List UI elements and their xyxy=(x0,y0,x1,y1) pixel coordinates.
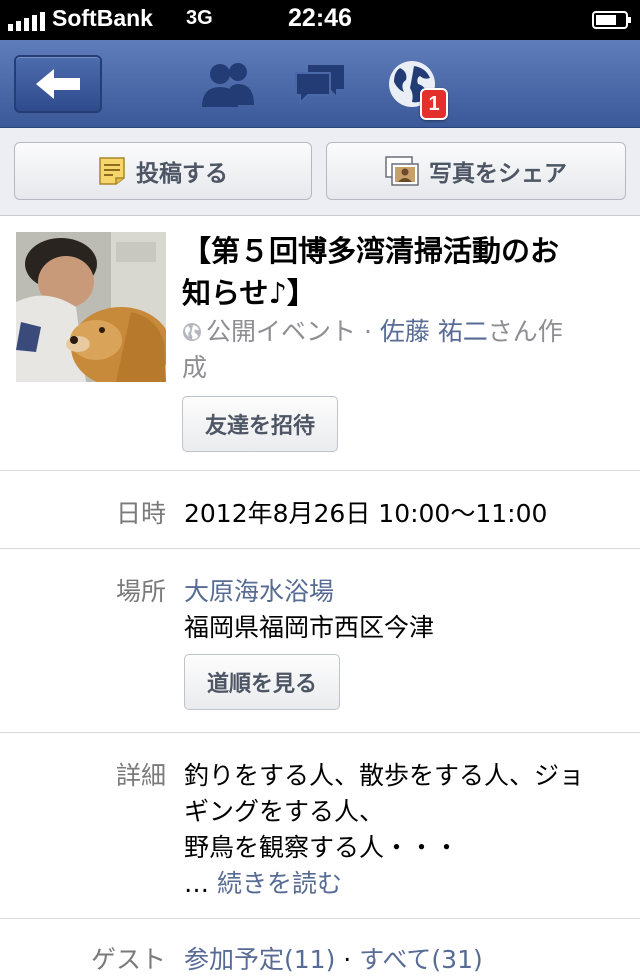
details-line: ギングをする人、 xyxy=(184,797,385,826)
event-host-link[interactable]: 佐藤 祐二 xyxy=(380,317,488,346)
messages-button[interactable] xyxy=(290,58,350,110)
friend-requests-button[interactable] xyxy=(198,58,258,110)
divider xyxy=(0,918,640,919)
divider xyxy=(0,548,640,549)
divider xyxy=(0,732,640,733)
note-icon xyxy=(99,157,125,185)
ellipsis: … xyxy=(184,869,217,898)
friends-icon xyxy=(202,63,254,107)
event-host-suffix: さん作 xyxy=(487,317,563,346)
nav-bar: 1 xyxy=(0,40,640,128)
host-photo-image xyxy=(16,232,166,382)
place-label: 場所 xyxy=(115,577,166,606)
read-more-row: … 続きを読む xyxy=(184,864,342,900)
clock: 22:46 xyxy=(288,4,352,32)
date-label: 日時 xyxy=(115,499,166,528)
back-arrow-icon xyxy=(36,69,80,99)
messages-icon xyxy=(295,65,344,106)
event-visibility: 公開イベント · xyxy=(206,317,380,346)
place-name-link[interactable]: 大原海水浴場 xyxy=(184,572,334,608)
guests-row: 参加予定(11) · すべて(31) xyxy=(184,940,483,976)
event-title: 【第５回博多湾清掃活動のお 知らせ♪】 xyxy=(182,230,622,314)
divider xyxy=(0,470,640,471)
event-host-suffix-cont: 成 xyxy=(182,353,208,382)
event-title-line: 【第５回博多湾清掃活動のお xyxy=(182,234,560,268)
public-globe-icon xyxy=(183,323,201,341)
details-line: 野鳥を観察する人・・・ xyxy=(184,833,460,862)
action-bar: 投稿する 写真をシェア xyxy=(0,128,640,216)
share-photo-button[interactable]: 写真をシェア xyxy=(326,142,626,200)
back-button[interactable] xyxy=(14,55,102,113)
details-line: 釣りをする人、散歩をする人、ジョ xyxy=(184,761,585,790)
directions-button[interactable]: 道順を見る xyxy=(184,654,340,710)
post-button[interactable]: 投稿する xyxy=(14,142,312,200)
read-more-link[interactable]: 続きを読む xyxy=(217,869,342,898)
notification-badge: 1 xyxy=(420,88,448,120)
event-meta: 公開イベント · 佐藤 祐二さん作 成 xyxy=(182,314,622,386)
event-host-photo[interactable] xyxy=(16,232,166,382)
photo-icon xyxy=(385,156,419,186)
guests-label: ゲスト xyxy=(90,945,166,974)
details-label: 詳細 xyxy=(115,761,166,790)
date-value: 2012年8月26日 10:00〜11:00 xyxy=(184,499,548,528)
event-meta-line: 公開イベント · 佐藤 祐二さん作 xyxy=(182,314,622,350)
event-title-line: 知らせ♪】 xyxy=(182,276,316,310)
share-photo-label: 写真をシェア xyxy=(429,161,567,187)
invite-friends-button[interactable]: 友達を招待 xyxy=(182,396,338,452)
battery-icon xyxy=(592,11,631,29)
status-bar: SoftBank 3G 22:46 xyxy=(0,0,640,40)
place-address: 福岡県福岡市西区今津 xyxy=(184,613,435,642)
post-button-label: 投稿する xyxy=(136,161,228,187)
